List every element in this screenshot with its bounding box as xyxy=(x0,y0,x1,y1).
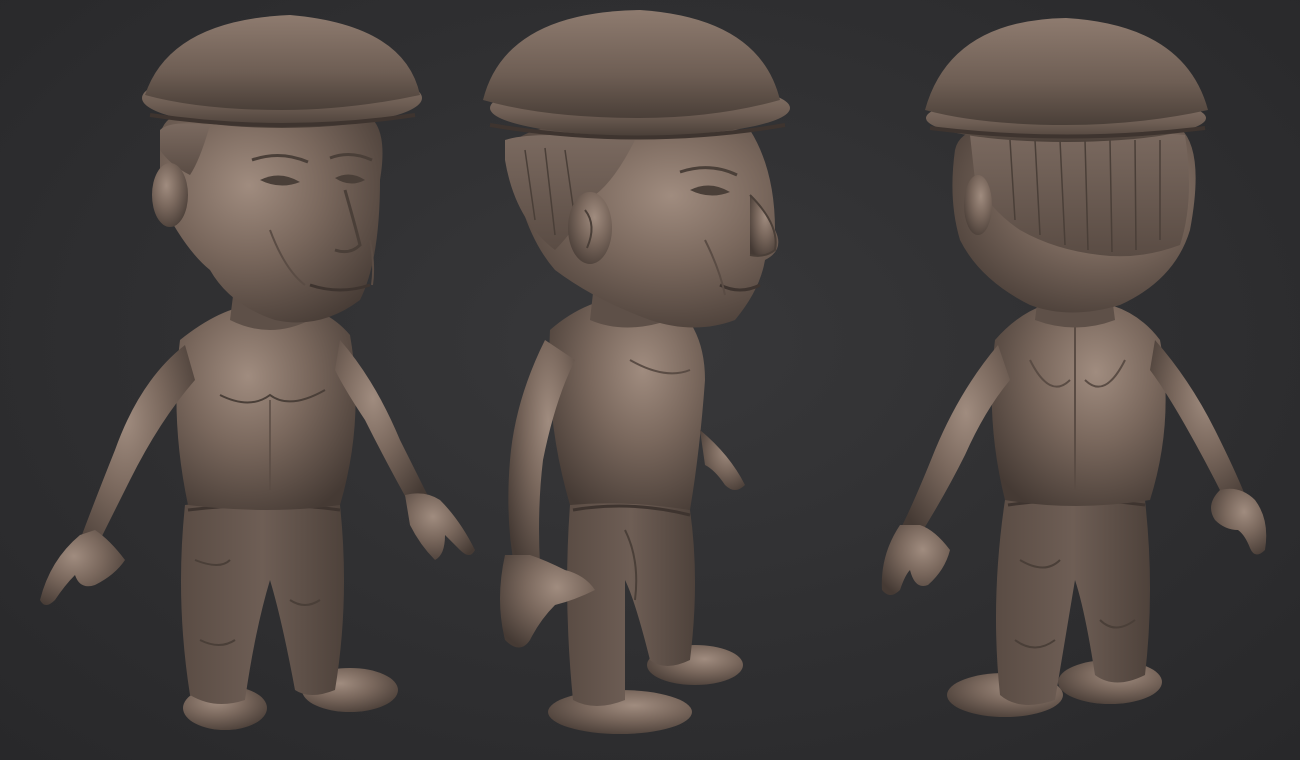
ear xyxy=(964,175,992,235)
back-torso xyxy=(991,300,1166,506)
left-arm xyxy=(900,345,1010,539)
cap xyxy=(925,18,1208,125)
sculpt-viewport xyxy=(0,0,1300,760)
figure-view-back xyxy=(860,0,1290,760)
back-hand xyxy=(700,430,745,490)
torso xyxy=(176,304,356,510)
cap xyxy=(145,15,420,110)
right-hand xyxy=(1211,488,1267,555)
sculpt-figure-back xyxy=(881,18,1267,717)
left-arm xyxy=(78,345,195,560)
ear xyxy=(568,192,612,264)
figure-view-front xyxy=(20,0,490,760)
figure-view-side xyxy=(475,0,805,760)
right-hand xyxy=(405,493,475,560)
left-hand xyxy=(40,530,125,605)
left-hand xyxy=(881,525,950,595)
sculpt-figure-front xyxy=(40,15,475,730)
sculpt-figure-side xyxy=(483,10,790,734)
cap xyxy=(483,10,780,118)
ear xyxy=(152,163,188,227)
pants xyxy=(181,500,344,704)
